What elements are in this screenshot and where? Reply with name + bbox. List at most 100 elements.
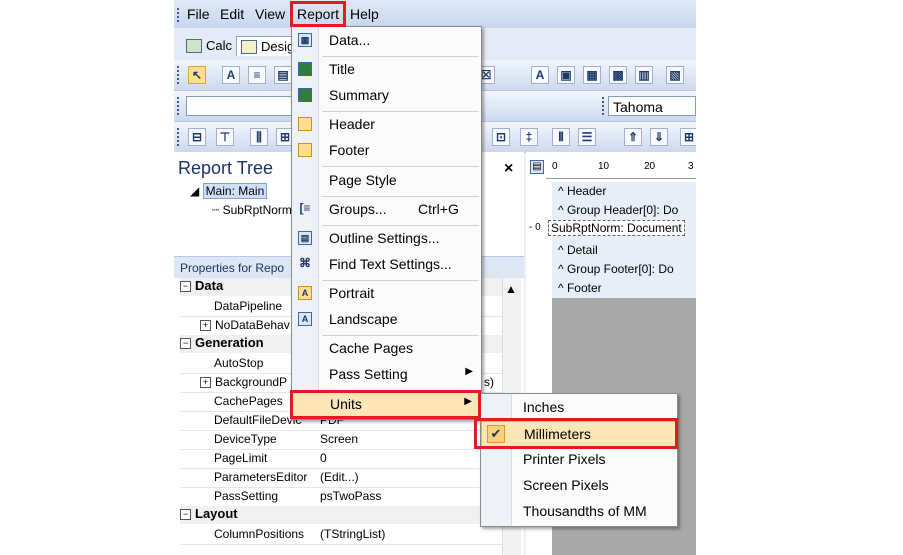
scroll-up-icon[interactable]: ▲ [505, 282, 517, 296]
menu-item-label: Inches [523, 399, 565, 415]
units-submenu: Inches ✔ Millimeters Printer Pixels Scree… [480, 393, 678, 527]
prop-name: DataPipeline [214, 299, 283, 313]
menu-item-groups[interactable]: [≡ Groups... Ctrl+G [292, 197, 481, 223]
align-left-icon[interactable]: ⊟ [188, 128, 206, 146]
band-detail[interactable]: ^ Detail [558, 243, 598, 257]
band-group-footer[interactable]: ^ Group Footer[0]: Do [558, 262, 674, 276]
menu-item-shortcut: Ctrl+G [418, 201, 459, 217]
menu-item-cache-pages[interactable]: Cache Pages [292, 336, 481, 362]
dbimage-tool-icon[interactable]: ▩ [609, 66, 627, 84]
band-group-header[interactable]: ^ Group Header[0]: Do [558, 203, 678, 217]
prop-name: PassSetting [214, 489, 279, 503]
prop-row[interactable]: PageLimit 0 [180, 449, 516, 469]
font-name-value: Tahoma [613, 99, 663, 115]
font-name-select[interactable]: Tahoma [608, 96, 696, 116]
prop-name-text: NoDataBehav [215, 318, 290, 332]
groups-icon: [≡ [299, 201, 311, 215]
richtext-tool-icon[interactable]: ▤ [274, 66, 292, 84]
toolbar-grip[interactable] [177, 66, 182, 84]
align-top-icon[interactable]: ⊤ [216, 128, 234, 146]
tree-item-subreport[interactable]: ┈ SubRptNorm [212, 203, 292, 217]
highlight-units-item [290, 390, 481, 419]
menu-item-footer[interactable]: Footer [292, 138, 481, 164]
menu-item-page-style[interactable]: Page Style [292, 168, 481, 194]
prop-value[interactable]: Screen [320, 432, 358, 446]
menu-item-portrait[interactable]: A Portrait [292, 281, 481, 307]
menu-item-screen-pixels[interactable]: Screen Pixels [481, 473, 677, 499]
menu-item-data[interactable]: ▦ Data... [292, 28, 481, 54]
toolbar-grip-4[interactable] [177, 128, 182, 146]
menu-item-pass-setting[interactable]: Pass Setting ▶ [292, 362, 481, 388]
tab-design[interactable]: Desig [236, 36, 296, 56]
band-header[interactable]: ^ Header [558, 184, 606, 198]
bring-to-front-icon[interactable]: ⇑ [624, 128, 642, 146]
dbchart-tool-icon[interactable]: ▧ [666, 66, 684, 84]
send-to-back-icon[interactable]: ⇓ [650, 128, 668, 146]
prop-value[interactable]: psTwoPass [320, 489, 381, 503]
menu-item-thousandths-mm[interactable]: Thousandths of MM [481, 499, 677, 525]
menu-edit[interactable]: Edit [220, 6, 244, 22]
prop-name: + NoDataBehav [200, 318, 290, 332]
dbtext-tool-icon[interactable]: ▣ [557, 66, 575, 84]
prop-value[interactable]: 0 [320, 451, 327, 465]
menu-item-printer-pixels[interactable]: Printer Pixels [481, 447, 677, 473]
prop-row[interactable]: DeviceType Screen [180, 430, 516, 450]
prop-value[interactable]: (TStringList) [320, 527, 385, 541]
center-horizontal-icon[interactable]: ⊡ [492, 128, 510, 146]
prop-name: CachePages [214, 394, 283, 408]
menu-item-outline-settings[interactable]: ▤ Outline Settings... [292, 226, 481, 252]
memo-tool-icon[interactable]: ≡ [248, 66, 266, 84]
report-menu: ▦ Data... Title Summary Header Footer Pag… [291, 26, 482, 420]
menu-item-title[interactable]: Title [292, 57, 481, 83]
report-bands: ^ Header ^ Group Header[0]: Do SubRptNor… [548, 182, 696, 298]
tab-calc-label: Calc [206, 38, 233, 53]
center-vertical-icon[interactable]: ‡ [520, 128, 538, 146]
same-width-icon[interactable]: ⫴ [552, 128, 570, 146]
prop-name: AutoStop [214, 356, 264, 370]
dblabel-tool-icon[interactable]: A [531, 66, 549, 84]
dbmemo-tool-icon[interactable]: ▦ [583, 66, 601, 84]
design-icon [241, 40, 257, 54]
prop-row[interactable]: PassSetting psTwoPass [180, 487, 516, 507]
same-height-icon[interactable]: ☰ [578, 128, 596, 146]
menu-item-label: Portrait [329, 285, 375, 301]
tab-calc[interactable]: Calc [182, 36, 236, 56]
menu-item-header[interactable]: Header [292, 112, 481, 138]
toolbar-grip-2[interactable] [177, 97, 182, 115]
prop-value[interactable]: s) [484, 375, 494, 389]
report-tree-title: Report Tree [178, 158, 274, 178]
dbcalc-tool-icon[interactable]: ▥ [635, 66, 653, 84]
category-layout[interactable]: − Layout [180, 506, 516, 524]
binoculars-icon: ⌘ [299, 256, 311, 270]
menu-view[interactable]: View [255, 6, 285, 22]
toolbar-grip-3[interactable] [602, 97, 607, 115]
prop-value[interactable]: (Edit...) [320, 470, 359, 484]
menu-item-label: Outline Settings... [329, 230, 440, 246]
ruler-corner-icon[interactable]: ▤ [530, 160, 544, 174]
menu-item-label: Screen Pixels [523, 477, 609, 493]
menu-item-summary[interactable]: Summary [292, 83, 481, 109]
menu-file[interactable]: File [187, 6, 210, 22]
prop-row[interactable]: ColumnPositions (TStringList) [180, 525, 516, 545]
menu-item-landscape[interactable]: A Landscape [292, 307, 481, 333]
ruler-tick-label: 20 [644, 161, 656, 172]
menu-item-label: Landscape [329, 311, 398, 327]
grid-icon[interactable]: ⊞ [680, 128, 696, 146]
menu-bar: File Edit View Report Help [174, 0, 696, 28]
label-tool-icon[interactable]: A [222, 66, 240, 84]
category-generation-label: Generation [195, 335, 264, 350]
menu-item-find-text-settings[interactable]: ⌘ Find Text Settings... [292, 252, 481, 278]
space-horizontal-icon[interactable]: ⫼ [250, 128, 268, 146]
subreport-component[interactable]: SubRptNorm: Document [548, 220, 685, 236]
header-icon [298, 117, 312, 131]
menu-help[interactable]: Help [350, 6, 379, 22]
select-tool-icon[interactable]: ↖ [188, 66, 206, 84]
prop-row[interactable]: ParametersEditor (Edit...) [180, 468, 516, 488]
component-select[interactable] [186, 96, 296, 116]
menu-item-label: Title [329, 61, 355, 77]
menubar-grip[interactable] [177, 8, 182, 22]
menu-item-label: Groups... [329, 201, 387, 217]
close-icon[interactable]: × [504, 160, 513, 178]
band-footer[interactable]: ^ Footer [558, 281, 602, 295]
tree-item-main[interactable]: ◢ Main: Main [190, 183, 268, 199]
